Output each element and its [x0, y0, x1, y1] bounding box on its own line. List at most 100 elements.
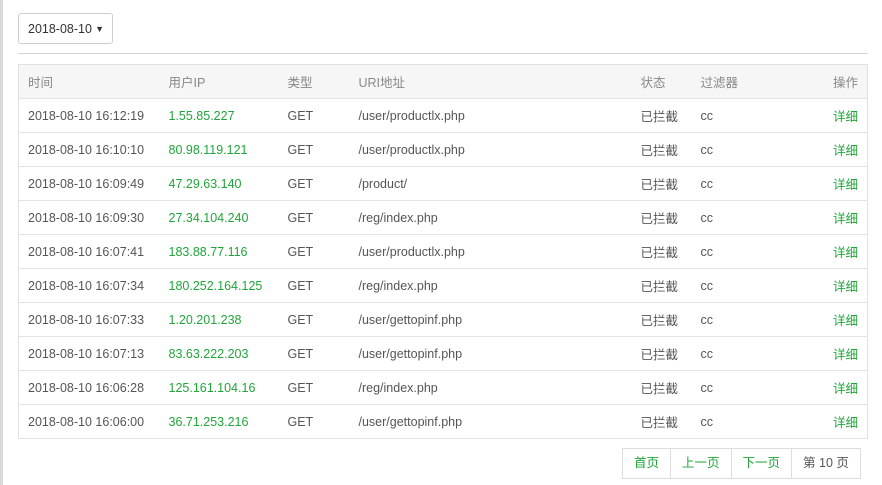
cell-time: 2018-08-10 16:10:10 — [18, 132, 169, 167]
cell-type: GET — [287, 404, 359, 439]
divider — [18, 53, 868, 54]
cell-uri: /reg/index.php — [358, 268, 641, 303]
cell-uri: /product/ — [358, 166, 641, 201]
cell-type: GET — [287, 234, 359, 269]
cell-action: 详细 — [790, 302, 868, 337]
column-header-status: 状态 — [640, 64, 701, 99]
cell-ip: 1.55.85.227 — [168, 98, 288, 133]
column-header-type: 类型 — [287, 64, 359, 99]
cell-time: 2018-08-10 16:06:00 — [18, 404, 169, 439]
table-row: 2018-08-10 16:07:13 83.63.222.203 GET/user… — [18, 336, 868, 371]
cell-status: 已拦截 — [640, 336, 701, 371]
cell-filter: cc — [700, 404, 791, 439]
table-row: 2018-08-10 16:06:00 36.71.253.216 GET/user… — [18, 404, 868, 439]
column-header-uri: URI地址 — [358, 64, 641, 99]
column-header-action: 操作 — [790, 64, 868, 99]
cell-uri: /reg/index.php — [358, 370, 641, 405]
cell-uri: /user/productlx.php — [358, 98, 641, 133]
table-row: 2018-08-10 16:07:41 183.88.77.116 GET/user… — [18, 234, 868, 269]
cell-filter: cc — [700, 98, 791, 133]
cell-status: 已拦截 — [640, 166, 701, 201]
cell-time: 2018-08-10 16:06:28 — [18, 370, 169, 405]
cell-type: GET — [287, 98, 359, 133]
cell-filter: cc — [700, 234, 791, 269]
cell-action: 详细 — [790, 336, 868, 371]
cell-action: 详细 — [790, 268, 868, 303]
cell-type: GET — [287, 302, 359, 337]
cell-filter: cc — [700, 132, 791, 167]
cell-ip: 183.88.77.116 — [168, 234, 288, 269]
cell-uri: /user/gettopinf.php — [358, 302, 641, 337]
table-row: 2018-08-10 16:07:34 180.252.164.125 GET/re… — [18, 268, 868, 303]
cell-time: 2018-08-10 16:07:13 — [18, 336, 169, 371]
detail-link[interactable]: 详细 — [833, 144, 858, 158]
cell-uri: /user/productlx.php — [358, 234, 641, 269]
cell-filter: cc — [700, 166, 791, 201]
cell-filter: cc — [700, 302, 791, 337]
cell-type: GET — [287, 336, 359, 371]
cell-action: 详细 — [790, 166, 868, 201]
next-page-button[interactable]: 下一页 — [732, 449, 793, 478]
cell-uri: /user/gettopinf.php — [358, 336, 641, 371]
cell-uri: /reg/index.php — [358, 200, 641, 235]
cell-uri: /user/gettopinf.php — [358, 404, 641, 439]
detail-link[interactable]: 详细 — [833, 178, 858, 192]
cell-time: 2018-08-10 16:07:33 — [18, 302, 169, 337]
prev-page-button[interactable]: 上一页 — [671, 449, 732, 478]
table-row: 2018-08-10 16:10:10 80.98.119.121 GET/user… — [18, 132, 868, 167]
left-edge — [0, 0, 3, 485]
cell-action: 详细 — [790, 200, 868, 235]
cell-filter: cc — [700, 268, 791, 303]
detail-link[interactable]: 详细 — [833, 382, 858, 396]
cell-action: 详细 — [790, 98, 868, 133]
cell-status: 已拦截 — [640, 370, 701, 405]
cell-filter: cc — [700, 336, 791, 371]
cell-time: 2018-08-10 16:07:34 — [18, 268, 169, 303]
cell-time: 2018-08-10 16:09:30 — [18, 200, 169, 235]
pagination: 首页 上一页 下一页 第 10 页 — [622, 448, 861, 479]
cell-ip: 180.252.164.125 — [168, 268, 288, 303]
table-row: 2018-08-10 16:06:28 125.161.104.16 GET/reg… — [18, 370, 868, 405]
detail-link[interactable]: 详细 — [833, 246, 858, 260]
detail-link[interactable]: 详细 — [833, 348, 858, 362]
cell-time: 2018-08-10 16:12:19 — [18, 98, 169, 133]
detail-link[interactable]: 详细 — [833, 280, 858, 294]
cell-status: 已拦截 — [640, 268, 701, 303]
cell-action: 详细 — [790, 132, 868, 167]
table-body: 2018-08-10 16:12:19 1.55.85.227 GET/user/p… — [18, 98, 868, 439]
cell-action: 详细 — [790, 234, 868, 269]
cell-status: 已拦截 — [640, 132, 701, 167]
current-page-label: 第 10 页 — [803, 456, 849, 470]
detail-link[interactable]: 详细 — [833, 314, 858, 328]
cell-status: 已拦截 — [640, 234, 701, 269]
intercept-log-table: 时间 用户IP 类型 URI地址 状态 过滤器 操作 2018-08-10 16… — [18, 64, 868, 439]
cell-type: GET — [287, 166, 359, 201]
table-row: 2018-08-10 16:09:49 47.29.63.140 GET/produ… — [18, 166, 868, 201]
cell-type: GET — [287, 132, 359, 167]
detail-link[interactable]: 详细 — [833, 110, 858, 124]
cell-time: 2018-08-10 16:09:49 — [18, 166, 169, 201]
chevron-down-icon: ▼ — [95, 24, 104, 34]
cell-ip: 36.71.253.216 — [168, 404, 288, 439]
cell-action: 详细 — [790, 404, 868, 439]
cell-type: GET — [287, 268, 359, 303]
cell-status: 已拦截 — [640, 404, 701, 439]
cell-type: GET — [287, 200, 359, 235]
detail-link[interactable]: 详细 — [833, 416, 858, 430]
date-select-value: 2018-08-10 — [28, 21, 92, 36]
date-select[interactable]: 2018-08-10 ▼ — [18, 13, 113, 44]
cell-filter: cc — [700, 200, 791, 235]
cell-type: GET — [287, 370, 359, 405]
cell-action: 详细 — [790, 370, 868, 405]
cell-ip: 27.34.104.240 — [168, 200, 288, 235]
table-row: 2018-08-10 16:12:19 1.55.85.227 GET/user/p… — [18, 98, 868, 133]
cell-ip: 80.98.119.121 — [168, 132, 288, 167]
cell-uri: /user/productlx.php — [358, 132, 641, 167]
table-row: 2018-08-10 16:07:33 1.20.201.238 GET/user/… — [18, 302, 868, 337]
table-row: 2018-08-10 16:09:30 27.34.104.240 GET/reg/… — [18, 200, 868, 235]
cell-ip: 47.29.63.140 — [168, 166, 288, 201]
column-header-ip: 用户IP — [168, 64, 288, 99]
cell-status: 已拦截 — [640, 98, 701, 133]
detail-link[interactable]: 详细 — [833, 212, 858, 226]
first-page-button[interactable]: 首页 — [623, 449, 672, 478]
